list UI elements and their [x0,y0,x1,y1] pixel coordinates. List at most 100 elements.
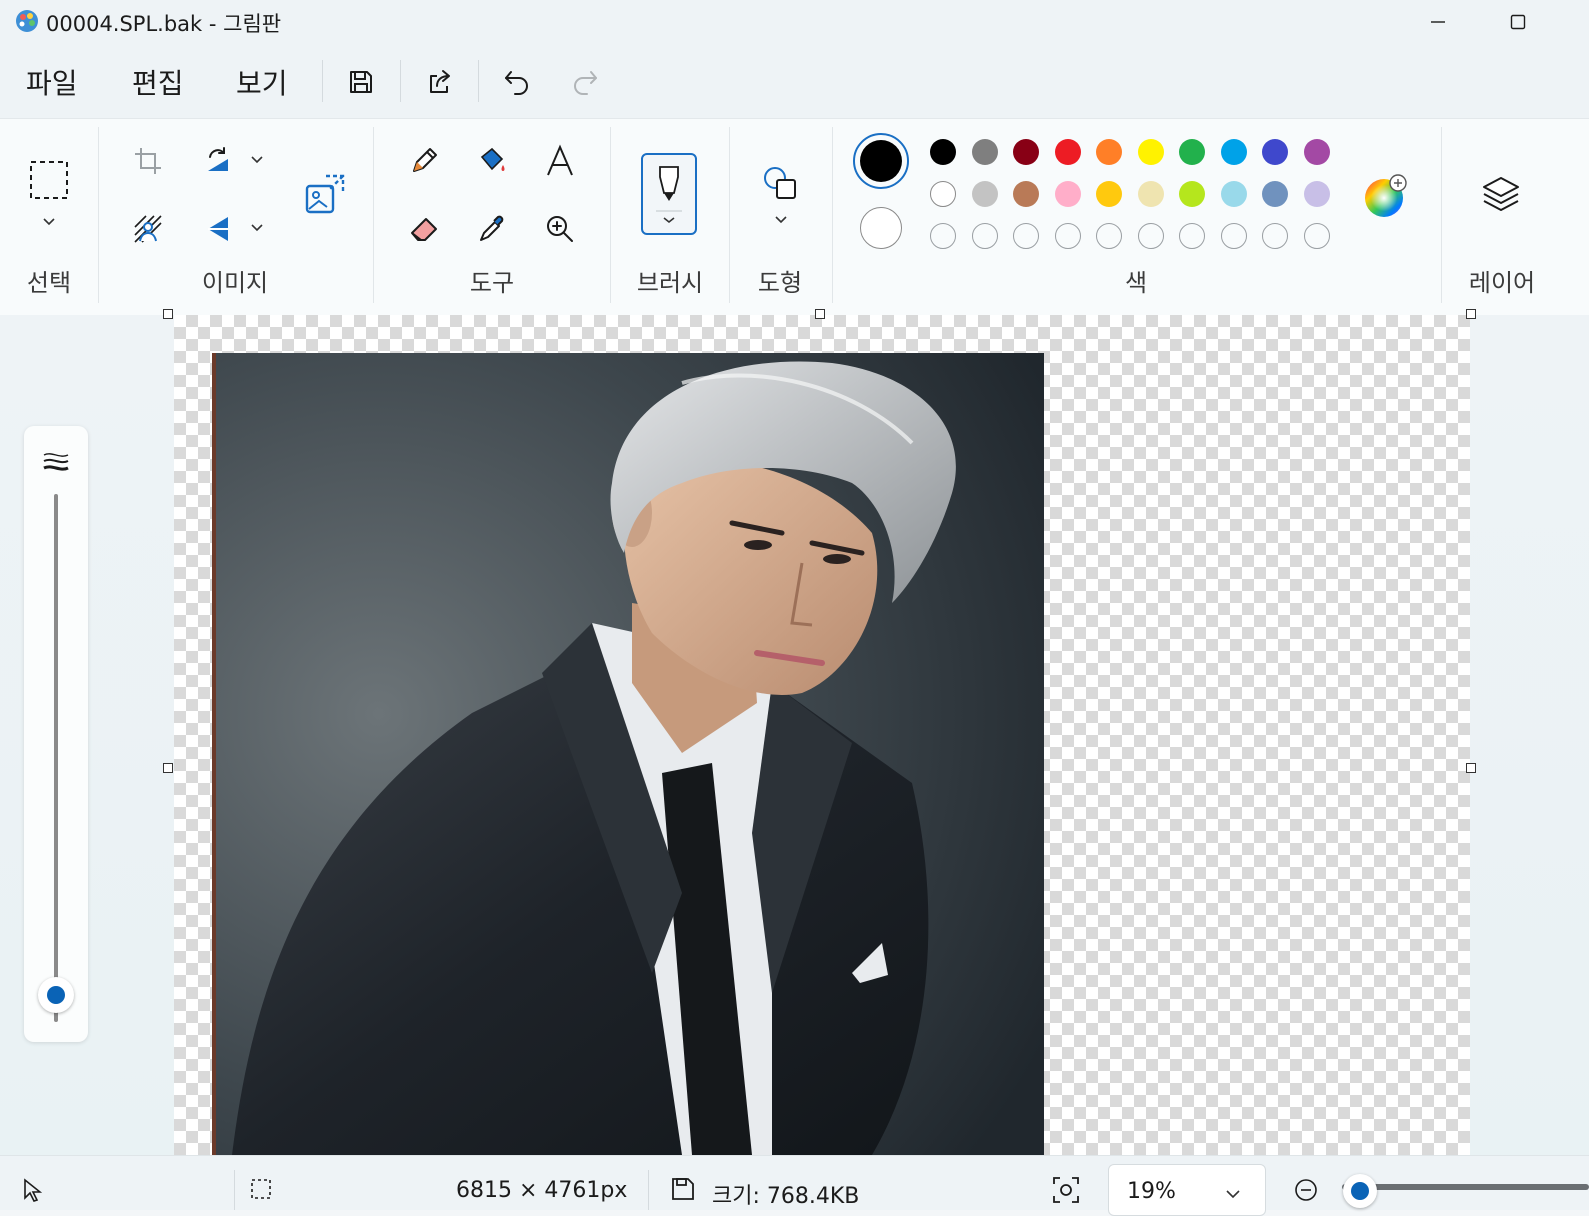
edit-colors-button[interactable] [1360,171,1410,221]
text-tool[interactable] [540,141,580,181]
pencil-tool[interactable] [404,141,444,181]
palette-color-swatch[interactable] [1013,139,1039,165]
custom-color-slot[interactable] [1096,223,1122,249]
palette-color-swatch[interactable] [1137,139,1164,165]
crop-button[interactable] [130,143,166,179]
secondary-color-button[interactable] [860,207,902,249]
palette-color-swatch[interactable] [1303,181,1330,207]
zoom-level-select[interactable]: 19% [1108,1164,1266,1216]
redo-icon [574,71,597,95]
menu-edit[interactable]: 편집 [132,62,184,102]
palette-color-swatch[interactable] [1262,139,1288,165]
rotate-button[interactable] [200,143,236,179]
workspace [0,309,1589,1155]
redo-button[interactable] [565,62,605,102]
palette-color-swatch[interactable] [971,181,998,207]
palette-color-swatch[interactable] [930,139,956,165]
layers-button[interactable] [1478,171,1524,217]
brush-size-slider-track[interactable] [54,494,58,1022]
canvas[interactable] [174,315,1470,1155]
zoom-slider-thumb[interactable] [1343,1174,1377,1208]
palette-color-swatch[interactable] [1013,181,1039,207]
rotate-dropdown[interactable] [246,149,268,171]
fill-tool[interactable] [472,141,512,181]
save-icon [350,71,372,93]
zoom-out-button[interactable] [1294,1178,1318,1206]
undo-button[interactable] [497,62,537,102]
resize-handle-right[interactable] [1466,763,1476,773]
magnifier-icon [547,216,573,242]
share-button[interactable] [419,62,459,102]
resize-handle-left[interactable] [163,763,173,773]
resize-button[interactable] [302,171,348,217]
eraser-icon [411,218,437,241]
palette-color-swatch[interactable] [1096,181,1122,207]
portrait-image [212,353,1044,1155]
palette-color-swatch[interactable] [1179,139,1205,165]
minimize-button[interactable] [1415,6,1461,38]
group-label-selection: 선택 [26,269,72,297]
custom-color-slot[interactable] [971,223,998,249]
custom-color-slot[interactable] [1262,223,1288,249]
custom-color-slot[interactable] [1220,223,1247,249]
maximize-button[interactable] [1495,6,1541,38]
custom-color-slot[interactable] [1303,223,1330,249]
palette-color-swatch[interactable] [1303,139,1330,165]
remove-background-icon [134,215,162,243]
maximize-icon [1510,14,1526,30]
window-title: 00004.SPL.bak - 그림판 [46,12,282,36]
group-label-layers: 레이어 [1468,269,1536,297]
save-button[interactable] [341,62,381,102]
flip-dropdown[interactable] [246,217,268,239]
select-button[interactable] [24,155,74,205]
group-divider [610,127,611,303]
menu-divider [400,60,401,102]
crop-icon [135,148,161,174]
palette-color-swatch[interactable] [1096,139,1122,165]
zoom-level-value: 19% [1127,1179,1176,1204]
eraser-tool[interactable] [404,209,444,249]
menu-view[interactable]: 보기 [236,62,288,102]
palette-color-swatch[interactable] [1220,181,1247,207]
shapes-button[interactable] [758,161,802,205]
palette-color-swatch[interactable] [1054,181,1081,207]
menu-file[interactable]: 파일 [26,62,78,102]
brush-size-slider-thumb[interactable] [38,977,74,1013]
custom-color-slot[interactable] [1137,223,1164,249]
palette-color-swatch[interactable] [930,181,956,207]
select-dropdown[interactable] [38,211,60,233]
palette-color-swatch[interactable] [971,139,998,165]
custom-color-slot[interactable] [930,223,956,249]
fit-to-window-button[interactable] [1052,1176,1080,1208]
shapes-dropdown[interactable] [770,209,792,231]
group-label-shapes: 도형 [757,269,803,297]
custom-color-slot[interactable] [1013,223,1039,249]
pencil-icon [413,148,437,172]
ribbon-toolbar: 선택 이미지 도구 브러시 도형 색 레이어 [0,118,1589,316]
magnifier-tool[interactable] [540,209,580,249]
resize-handle-top[interactable] [815,309,825,319]
brushes-button[interactable] [641,153,697,235]
selection-size-icon [250,1178,272,1204]
custom-color-slot[interactable] [1054,223,1081,249]
palette-color-swatch[interactable] [1262,181,1288,207]
rectangle-select-icon [30,161,68,199]
resize-handle-top-left[interactable] [163,309,173,319]
group-label-brushes: 브러시 [636,269,704,297]
share-icon [430,70,450,93]
palette-color-swatch[interactable] [1137,181,1164,207]
remove-background-button[interactable] [130,211,166,247]
palette-color-swatch[interactable] [1220,139,1247,165]
primary-color-button[interactable] [853,133,909,189]
resize-handle-top-right[interactable] [1466,309,1476,319]
palette-color-swatch[interactable] [1054,139,1081,165]
flip-button[interactable] [200,211,236,247]
group-divider [729,127,730,303]
custom-color-slot[interactable] [1179,223,1205,249]
palette-color-swatch[interactable] [1179,181,1205,207]
paint-bucket-icon [480,147,505,171]
title-bar: 00004.SPL.bak - 그림판 [0,0,1589,44]
zoom-slider-track[interactable] [1342,1184,1589,1190]
color-picker-tool[interactable] [472,209,512,249]
status-bar: 6815 × 4761px 크기: 768.4KB 19% [0,1155,1589,1216]
